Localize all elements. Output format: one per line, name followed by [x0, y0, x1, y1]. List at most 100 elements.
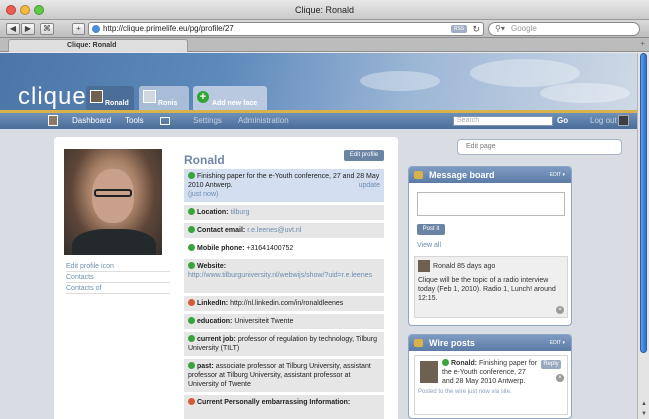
- wire-posts-header: Wire posts EDIT ▾: [409, 335, 571, 351]
- scrollbar-thumb[interactable]: [640, 53, 647, 353]
- edit-profile-icon-link[interactable]: Edit profile icon: [66, 263, 170, 272]
- logout-icon[interactable]: [618, 115, 629, 126]
- minimize-window-button[interactable]: [20, 5, 30, 15]
- reply-button[interactable]: Reply: [541, 360, 561, 369]
- search-go-button[interactable]: Go: [557, 113, 568, 129]
- zoom-window-button[interactable]: [34, 5, 44, 15]
- edit-page-button[interactable]: Edit page: [457, 139, 622, 155]
- status-icon: [442, 359, 449, 366]
- contacts-link[interactable]: Contacts: [66, 274, 170, 283]
- widget-edit-button[interactable]: EDIT ▾: [550, 335, 565, 351]
- reload-icon[interactable]: ↻: [472, 23, 480, 35]
- field-label: Contact email:: [197, 227, 246, 234]
- page-scrollbar[interactable]: ▲ ▼: [637, 53, 649, 419]
- forward-button[interactable]: ▶: [21, 23, 35, 35]
- embarrassing-info-field: Current Personally embarrassing Informat…: [184, 395, 384, 419]
- website-value[interactable]: http://www.tilburguniversity.nl/webwijs/…: [188, 272, 372, 279]
- contacts-of-link[interactable]: Contacts of: [66, 285, 170, 294]
- field-label: Location:: [197, 209, 229, 216]
- avatar: [420, 361, 438, 383]
- rss-icon[interactable]: RSS: [451, 25, 467, 33]
- avatar: [90, 90, 103, 103]
- profile-photo: [64, 149, 162, 255]
- site-search-input[interactable]: Search: [453, 116, 553, 126]
- face-tab-ronis[interactable]: Ronis: [139, 86, 189, 110]
- nav-settings[interactable]: Settings: [193, 113, 222, 129]
- location-value[interactable]: tilburg: [230, 209, 249, 216]
- linkedin-value: http://nl.linkedin.com/in/ronaldleenes: [230, 300, 344, 307]
- message-time: 85 days ago: [457, 262, 496, 270]
- status-text: Finishing paper for the e-Youth conferen…: [188, 173, 380, 189]
- field-label: past:: [197, 363, 214, 370]
- nav-tools[interactable]: Tools: [125, 113, 144, 129]
- face-tab-label: Add new face: [212, 100, 258, 107]
- tab-label: Clique: Ronald: [67, 42, 117, 49]
- add-new-face-tab[interactable]: + Add new face: [193, 86, 267, 110]
- browser-search-field[interactable]: ⚲▾ Google: [488, 22, 640, 36]
- delete-icon[interactable]: ×: [556, 374, 564, 382]
- field-label: Current Personally embarrassing Informat…: [197, 399, 351, 406]
- scroll-up-icon[interactable]: ▲: [641, 401, 647, 407]
- browser-tab[interactable]: Clique: Ronald: [8, 39, 188, 52]
- visibility-icon: [188, 208, 195, 215]
- delete-icon[interactable]: ×: [556, 306, 564, 314]
- field-label: Website:: [197, 263, 227, 270]
- message-text: Clique will be the topic of a radio inte…: [418, 277, 556, 302]
- web-page: clique Ronald Ronis + Add new face Dashb…: [0, 53, 637, 419]
- website-field: Website: http://www.tilburguniversity.nl…: [184, 259, 384, 293]
- face-tab-label: Ronald: [105, 100, 129, 107]
- nav-dashboard[interactable]: Dashboard: [72, 113, 111, 129]
- status-update-link[interactable]: update: [359, 181, 380, 190]
- message-author[interactable]: Ronald: [433, 263, 455, 270]
- tab-bar: Clique: Ronald +: [0, 38, 649, 52]
- bookmark-icon: ⌘: [43, 24, 51, 33]
- user-icon[interactable]: [48, 115, 58, 126]
- avatar: [143, 90, 156, 103]
- location-field: Location: tilburg: [184, 205, 384, 220]
- mail-icon[interactable]: [160, 117, 170, 125]
- visibility-icon: [188, 362, 195, 369]
- site-banner: clique Ronald Ronis + Add new face: [0, 53, 637, 110]
- add-icon: +: [197, 91, 209, 103]
- email-value[interactable]: r.e.leenes@uvt.nl: [247, 227, 301, 234]
- wire-author[interactable]: Ronald:: [451, 360, 477, 367]
- new-tab-icon[interactable]: +: [640, 39, 645, 48]
- field-label: current job:: [197, 336, 236, 343]
- profile-name: Ronald: [184, 153, 225, 167]
- message-board-header: Message board EDIT ▾: [409, 167, 571, 183]
- view-all-link[interactable]: View all: [417, 242, 441, 249]
- back-arrow-icon: ◀: [9, 24, 17, 33]
- nav-administration[interactable]: Administration: [238, 113, 289, 129]
- field-label: education:: [197, 318, 233, 325]
- url-text: http://clique.primelife.eu/pg/profile/27: [103, 24, 234, 33]
- title-bar: Clique: Ronald: [0, 0, 649, 20]
- close-window-button[interactable]: [6, 5, 16, 15]
- bookmark-button[interactable]: ⌘: [40, 23, 54, 35]
- globe-icon: [92, 25, 100, 33]
- logout-link[interactable]: Log out: [590, 113, 617, 129]
- post-it-button[interactable]: Post it: [417, 224, 445, 235]
- add-bookmark-button[interactable]: +: [72, 23, 85, 35]
- address-bar[interactable]: http://clique.primelife.eu/pg/profile/27…: [88, 22, 484, 36]
- widget-title: Wire posts: [429, 338, 475, 348]
- visibility-icon: [188, 299, 195, 306]
- widget-edit-button[interactable]: EDIT ▾: [550, 167, 565, 183]
- scroll-down-icon[interactable]: ▼: [641, 411, 647, 417]
- edit-profile-button[interactable]: Edit profile: [344, 150, 384, 161]
- wire-footer: Posted to the wire just now via site.: [418, 389, 512, 395]
- visibility-icon: [188, 317, 195, 324]
- profile-card: Edit profile icon Contacts Contacts of R…: [54, 137, 398, 419]
- face-tab-ronald[interactable]: Ronald: [86, 86, 134, 110]
- site-logo[interactable]: clique: [18, 83, 87, 110]
- message-input[interactable]: [417, 192, 565, 216]
- plus-icon: +: [76, 24, 81, 33]
- browser-window: Clique: Ronald ◀ ▶ ⌘ + http://clique.pri…: [0, 0, 649, 419]
- field-label: Mobile phone:: [197, 245, 245, 252]
- visibility-icon: [188, 262, 195, 269]
- browser-toolbar: ◀ ▶ ⌘ + http://clique.primelife.eu/pg/pr…: [0, 20, 649, 38]
- back-button[interactable]: ◀: [6, 23, 20, 35]
- visibility-icon: [188, 398, 195, 405]
- window-controls: [6, 5, 44, 15]
- linkedin-field: LinkedIn: http://nl.linkedin.com/in/rona…: [184, 296, 384, 311]
- face-tab-label: Ronis: [158, 100, 178, 107]
